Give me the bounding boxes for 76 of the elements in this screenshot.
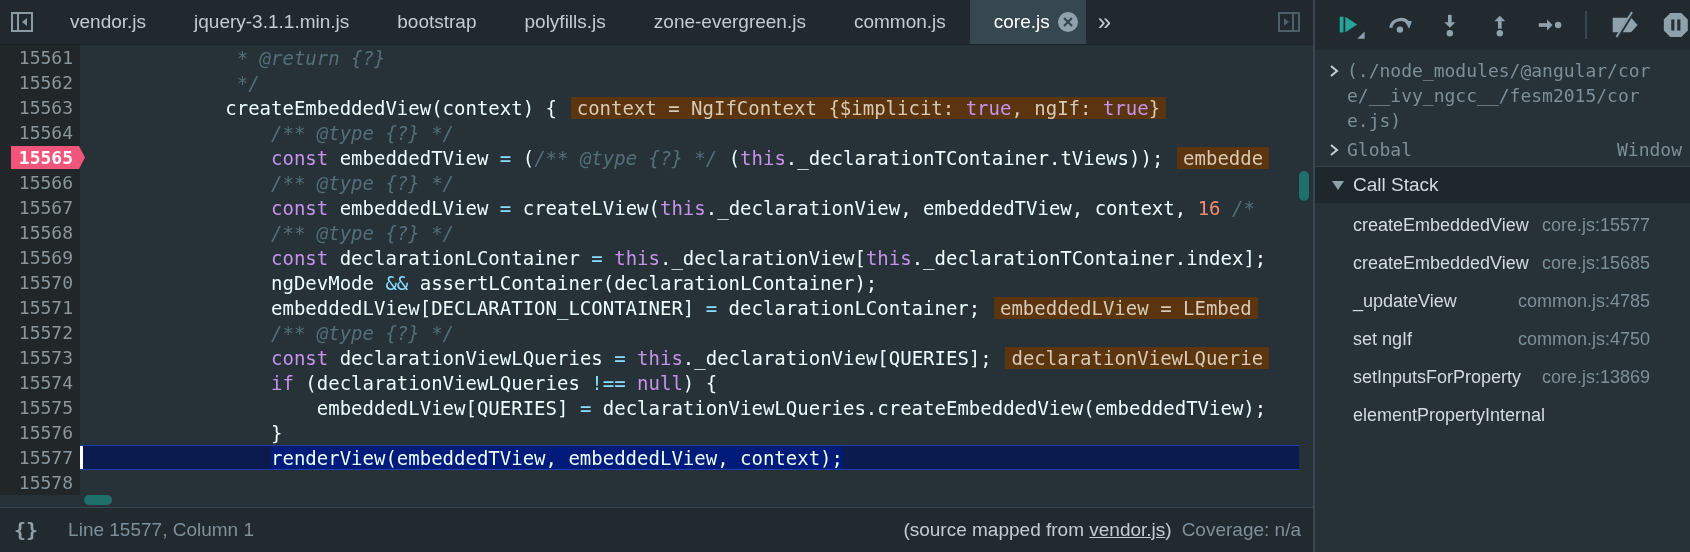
frame-location[interactable]: common.js:4785 (1517, 288, 1650, 314)
code-line: ngDevMode && assertLContainer(declarationLContainer); (271, 271, 878, 294)
code-line: } (271, 421, 283, 444)
frame-name[interactable]: elementPropertyInternal (1353, 402, 1546, 428)
line-number: 15578 (17, 471, 74, 494)
scope-name[interactable]: (./node_modules/@angular/core/__ivy_ngcc__/fesm2015/core.js) (1347, 58, 1651, 133)
line-number: 15563 (17, 96, 74, 119)
coverage-status: Coverage: n/a (1181, 519, 1301, 541)
code-line: /** @type {?} */ (271, 321, 455, 344)
line-number: 15577 (17, 446, 74, 469)
code-line: */ (236, 71, 260, 94)
code-line: createEmbeddedView(context) { (225, 96, 557, 119)
line-number: 15569 (17, 246, 74, 269)
section-header[interactable]: Call Stack (1315, 167, 1690, 203)
inline-value: embeddedLView = LEmbed (994, 296, 1258, 319)
triangle-icon[interactable] (1331, 178, 1345, 192)
line-number: 15567 (17, 196, 74, 219)
frame-name[interactable]: set ngIf (1353, 326, 1483, 352)
tab[interactable]: core.js (969, 0, 1086, 44)
cursor-position: Line 15577, Column 1 (68, 519, 254, 541)
frame-name[interactable]: _updateView (1353, 288, 1483, 314)
line-number: 15568 (17, 221, 74, 244)
line-number: 15574 (17, 371, 74, 394)
source-link[interactable]: vendor.js (1089, 519, 1166, 540)
scrollbar-thumb[interactable] (1299, 171, 1309, 201)
line-number: 15561 (17, 46, 74, 69)
frame-location[interactable]: core.js:13869 (1541, 364, 1650, 390)
tab[interactable]: zone-evergreen.js (629, 0, 830, 44)
scope-value: Window (1616, 138, 1682, 162)
tab[interactable]: bootstrap (373, 0, 501, 44)
code-line: const declarationViewLQueries = this._declarationView[QUERIES]; (271, 346, 992, 369)
scrollbar-thumb[interactable] (84, 495, 112, 505)
inline-value: context = NgIfContext {$implicit: true, ngIf: true} (570, 96, 1167, 119)
line-number: 15570 (17, 271, 74, 294)
line-number: 15565 (10, 146, 85, 169)
code-line: embeddedLView[DECLARATION_LCONTAINER] = declarationLContainer; (271, 296, 981, 319)
tab[interactable]: vendor.js (46, 0, 171, 44)
inline-value: embedde (1177, 146, 1270, 169)
code-line: if (declarationViewLQueries !== null) { (271, 371, 718, 394)
chevron-icon[interactable] (1329, 64, 1339, 78)
section-title: Call Stack (1353, 174, 1439, 196)
pretty-print-button[interactable]: {} (14, 518, 39, 542)
line-number: 15562 (17, 71, 74, 94)
tab[interactable]: polyfills.js (500, 0, 630, 44)
inline-value: declarationViewLQuerie (1005, 346, 1270, 369)
frame-location[interactable]: core.js:15577 (1541, 212, 1650, 238)
line-number: 15572 (17, 321, 74, 344)
tab[interactable]: common.js (829, 0, 970, 44)
frame-name[interactable]: setInputsForProperty (1353, 364, 1522, 390)
line-number: 15564 (17, 121, 74, 144)
code-line: /** @type {?} */ (271, 121, 455, 144)
code-line: * @return {?} (236, 46, 386, 69)
code-line: embeddedLView[QUERIES] = declarationViewLQueries.createEmbeddedView(embeddedTView); (316, 396, 1267, 419)
source-mapped-note: (source mapped from vendor.js) (903, 519, 1172, 541)
more-tabs-button[interactable]: » (1085, 8, 1124, 36)
chevron-icon[interactable] (1329, 143, 1339, 157)
line-number: 15573 (17, 346, 74, 369)
panel-toggle-icon[interactable] (10, 10, 34, 34)
frame-name[interactable]: createEmbeddedView (1353, 250, 1529, 276)
scope-name[interactable]: Global (1347, 137, 1617, 162)
frame-name[interactable]: createEmbeddedView (1353, 212, 1529, 238)
code-line: /** @type {?} */ (271, 221, 455, 244)
tab[interactable]: jquery-3.1.1.min.js (170, 0, 374, 44)
line-number: 15571 (17, 296, 74, 319)
frame-location[interactable]: core.js:15685 (1541, 250, 1650, 276)
code-line: /** @type {?} */ (271, 171, 455, 194)
line-number: 15566 (17, 171, 74, 194)
line-number: 15575 (17, 396, 74, 419)
frame-location[interactable]: common.js:4750 (1517, 326, 1650, 352)
close-icon[interactable] (1057, 12, 1078, 32)
panel-toggle-icon[interactable] (1277, 10, 1301, 34)
line-number: 15576 (17, 421, 74, 444)
pause-icon[interactable] (1662, 10, 1690, 40)
code-line: const declarationLContainer = this._declarationView[this._declarationTContainer.index]; (271, 246, 1267, 269)
code-line: const embeddedTView = (/** @type {?} */ (this._declarationTContainer.tViews)); (271, 146, 1164, 169)
code-line: const embeddedLView = createLView(this._declarationView, embeddedTView, context, 16 /* (271, 196, 1255, 219)
